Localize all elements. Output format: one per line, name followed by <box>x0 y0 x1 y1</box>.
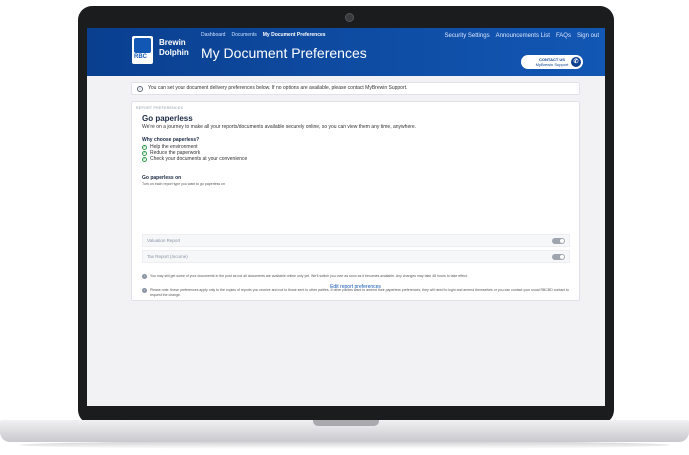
phone-icon: ✆ <box>571 57 581 67</box>
laptop-notch <box>313 420 379 426</box>
toggle-label: Tax Report (Income) <box>147 254 188 259</box>
laptop-mockup: RBC Brewin Dolphin Dashboard Documents M… <box>0 0 689 455</box>
valuation-report-toggle[interactable] <box>552 238 565 244</box>
announcements-link[interactable]: Announcements List <box>496 33 550 39</box>
note-text: You may still get some of your documents… <box>150 274 468 278</box>
toggle-row-valuation-report: Valuation Report <box>142 234 570 247</box>
card-heading: Go paperless <box>142 114 193 123</box>
reasons-list: ✓ Help the environment ✓ Reduce the pape… <box>142 144 247 162</box>
check-circle-icon: ✓ <box>142 144 147 150</box>
section-label: REPORT PREFERENCES <box>136 106 184 110</box>
sign-out-link[interactable]: Sign out <box>577 33 599 39</box>
nav-dashboard[interactable]: Dashboard <box>201 32 225 38</box>
security-settings-link[interactable]: Security Settings <box>445 33 490 39</box>
app-header: RBC Brewin Dolphin Dashboard Documents M… <box>87 28 605 76</box>
account-nav: Security Settings Announcements List FAQ… <box>445 33 599 39</box>
laptop-shadow <box>20 441 670 449</box>
list-item: ✓ Check your documents at your convenien… <box>142 156 247 162</box>
nav-documents[interactable]: Documents <box>231 32 256 38</box>
toggle-row-tax-report: Tax Report (Income) <box>142 250 570 263</box>
breadcrumb: Dashboard Documents My Document Preferen… <box>201 32 326 38</box>
tax-report-toggle[interactable] <box>552 254 565 260</box>
logo-text: RBC <box>134 54 147 60</box>
intro-text: We're on a journey to make all your repo… <box>142 124 417 130</box>
paperless-hint: Turn on each report type you want to go … <box>142 182 225 186</box>
why-heading: Why choose paperless? <box>142 137 200 143</box>
paperless-on-heading: Go paperless on <box>142 175 182 181</box>
availability-note: i You may still get some of your documen… <box>142 274 570 279</box>
page-title: My Document Preferences <box>201 45 367 61</box>
nav-my-document-preferences[interactable]: My Document Preferences <box>263 32 326 38</box>
app-screen: RBC Brewin Dolphin Dashboard Documents M… <box>87 28 605 406</box>
brand-name: Brewin Dolphin <box>159 38 199 58</box>
reason-text: Check your documents at your convenience <box>150 156 248 162</box>
brand-line-1: Brewin <box>159 38 186 47</box>
info-banner: i You can set your document delivery pre… <box>131 82 580 95</box>
brand-line-2: Dolphin <box>159 48 189 57</box>
contact-us-button[interactable]: CONTACT US MyBrewin Support ✆ <box>521 55 583 69</box>
faqs-link[interactable]: FAQs <box>556 33 571 39</box>
check-circle-icon: ✓ <box>142 156 147 162</box>
toggle-label: Valuation Report <box>147 238 181 243</box>
info-icon: i <box>137 86 143 92</box>
rbc-logo[interactable]: RBC <box>132 36 153 64</box>
lion-shield-icon <box>134 38 151 53</box>
camera-icon <box>345 13 354 22</box>
check-circle-icon: ✓ <box>142 150 147 156</box>
info-text: You can set your document delivery prefe… <box>148 85 408 91</box>
info-icon: i <box>142 274 147 279</box>
edit-report-preferences-link[interactable]: Edit report preferences <box>131 284 580 290</box>
report-preferences-card: REPORT PREFERENCES Go paperless We're on… <box>131 101 580 301</box>
